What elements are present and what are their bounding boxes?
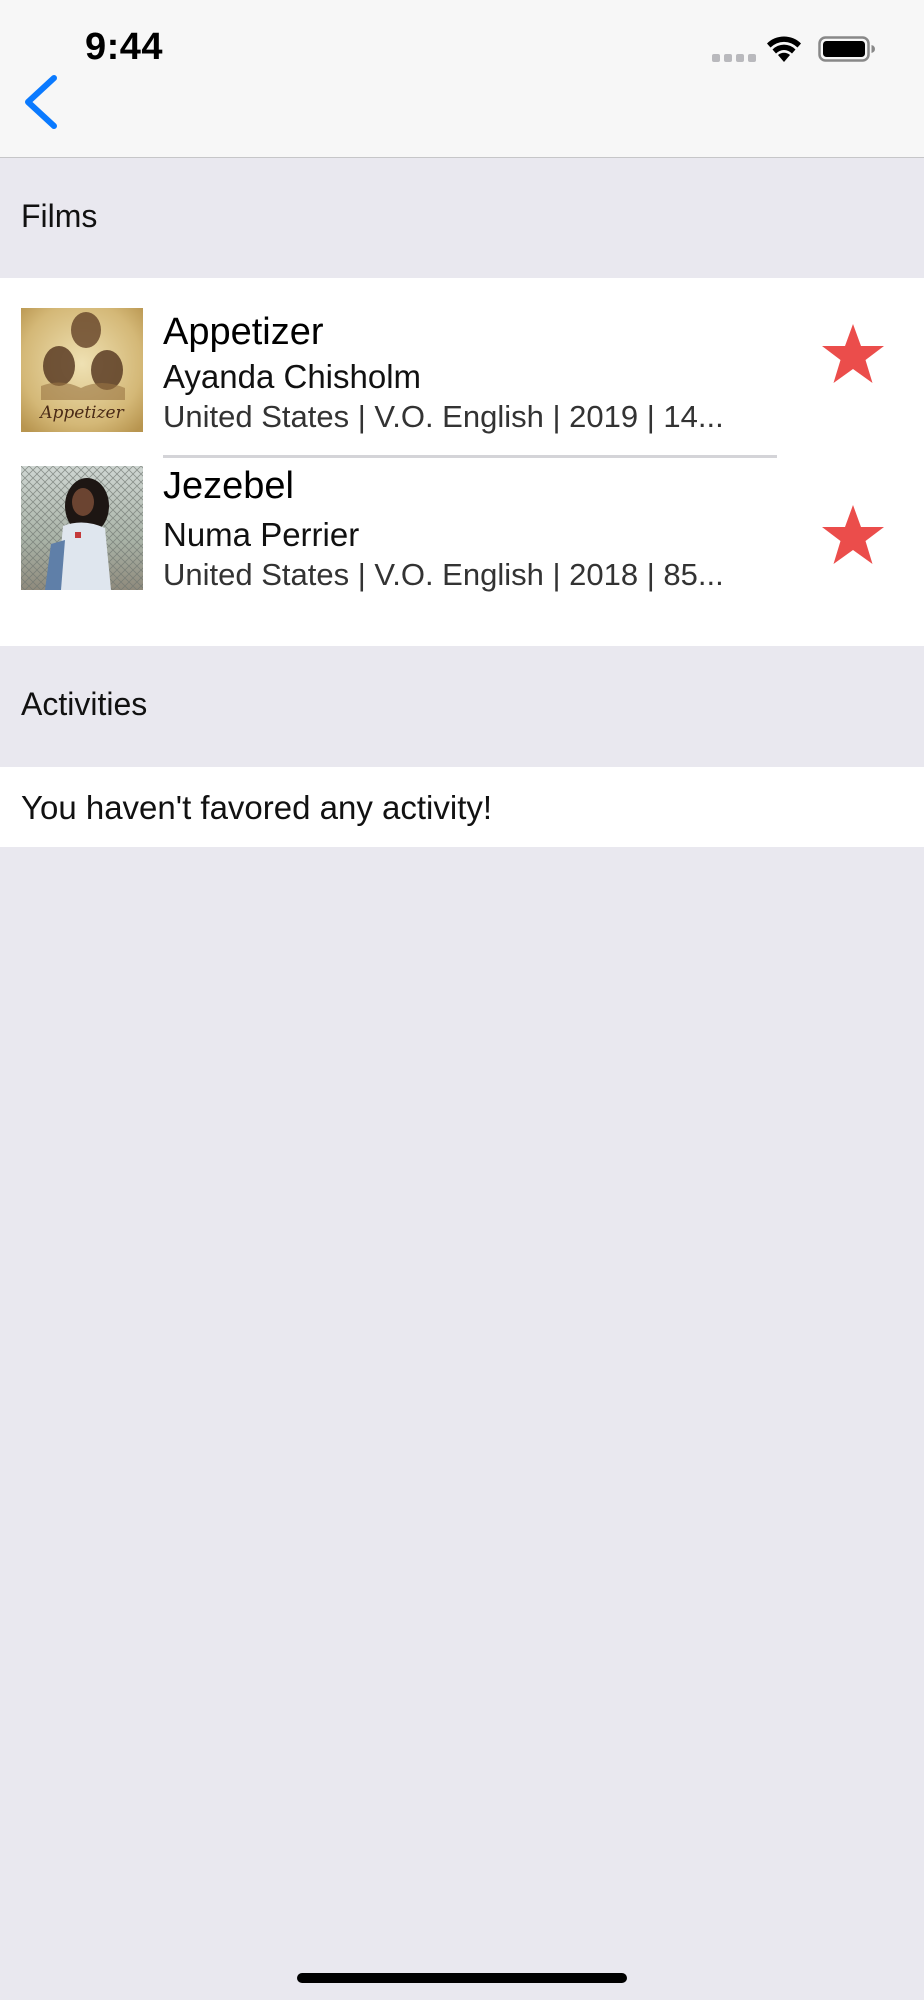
films-section-header: Films: [0, 158, 924, 280]
films-list: Appetizer Appetizer Ayanda Chisholm Unit…: [0, 278, 924, 646]
activities-list: You haven't favored any activity!: [0, 767, 924, 847]
back-chevron-icon[interactable]: [16, 72, 66, 132]
home-indicator[interactable]: [297, 1973, 627, 1983]
poster-jezebel: [21, 466, 143, 590]
favorite-star-icon[interactable]: [820, 322, 886, 386]
film-row-jezebel[interactable]: Jezebel Numa Perrier United States | V.O…: [0, 458, 924, 638]
cellular-signal-icon: [712, 54, 756, 62]
film-director: Numa Perrier: [163, 516, 360, 553]
favorite-star-icon[interactable]: [820, 503, 886, 567]
wifi-icon: [767, 36, 801, 62]
films-header-label: Films: [21, 198, 98, 234]
film-meta: United States | V.O. English | 2019 | 14…: [163, 399, 724, 434]
activities-empty-message: You haven't favored any activity!: [21, 789, 493, 826]
film-title: Appetizer: [163, 311, 324, 353]
activities-section-header: Activities: [0, 646, 924, 768]
activities-header-label: Activities: [21, 686, 148, 722]
poster-appetizer: Appetizer: [21, 308, 143, 432]
status-time: 9:44: [85, 26, 164, 68]
film-row-appetizer[interactable]: Appetizer Appetizer Ayanda Chisholm Unit…: [0, 278, 924, 458]
navigation-bar: 9:44: [0, 0, 924, 158]
film-title: Jezebel: [163, 465, 294, 507]
film-director: Ayanda Chisholm: [163, 358, 422, 395]
battery-icon: [818, 36, 875, 62]
film-meta: United States | V.O. English | 2018 | 85…: [163, 557, 724, 592]
poster-appetizer-text: Appetizer: [38, 403, 124, 423]
